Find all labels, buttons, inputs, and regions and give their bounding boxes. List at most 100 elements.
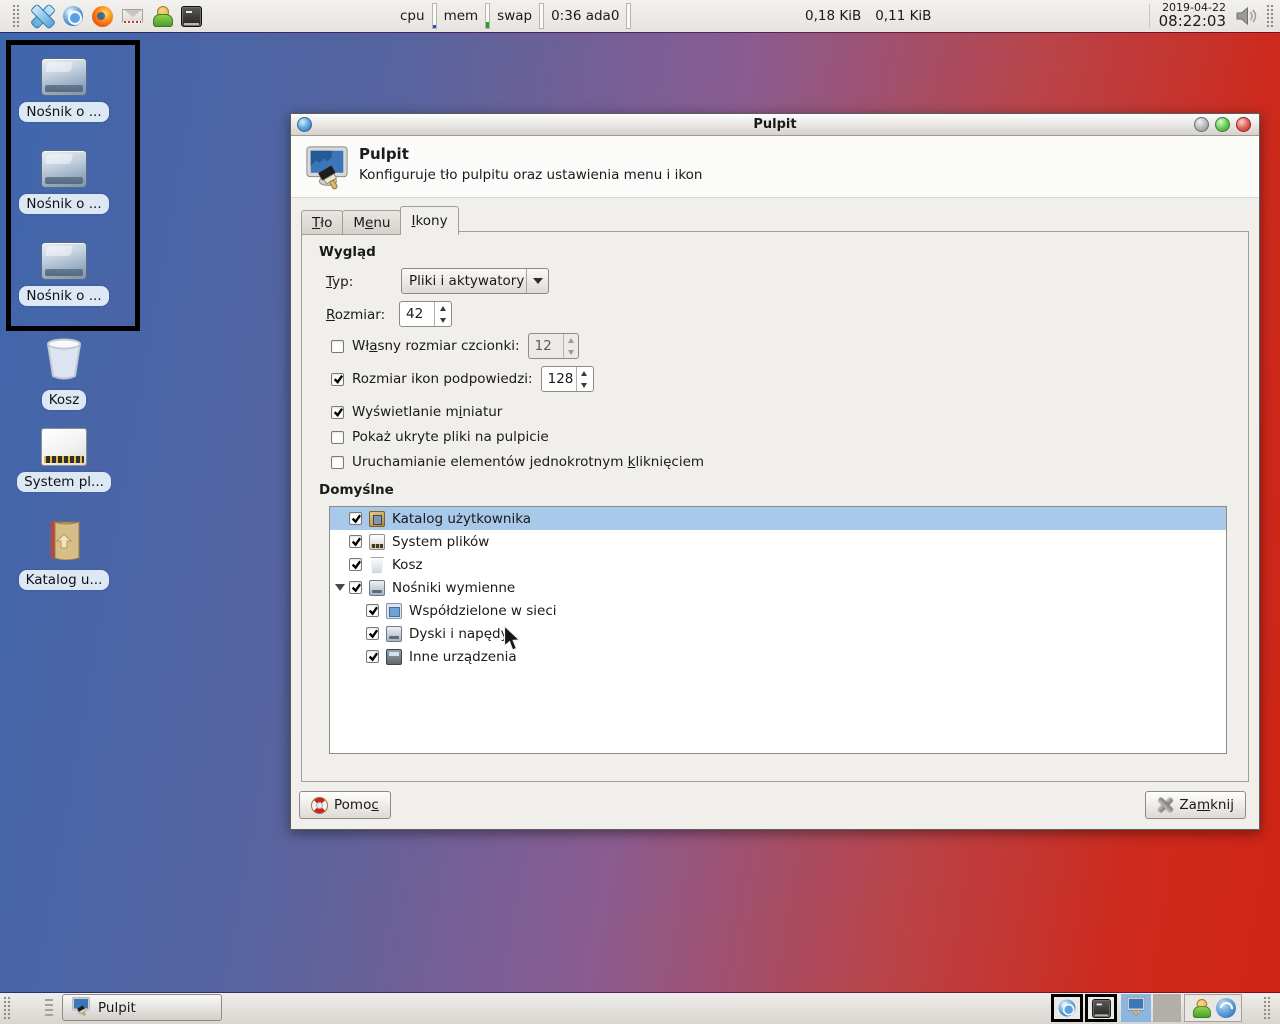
tree-row-filesystem[interactable]: System plików bbox=[330, 530, 1226, 553]
speaker-icon[interactable] bbox=[1235, 6, 1257, 26]
taskbar-grip[interactable] bbox=[3, 996, 12, 1020]
tab-ikony[interactable]: Ikony bbox=[400, 206, 459, 235]
row-checkbox[interactable] bbox=[366, 627, 379, 640]
spin-down-button[interactable] bbox=[564, 346, 578, 358]
tooltip-size-input[interactable] bbox=[541, 367, 576, 391]
tree-row-home[interactable]: Katalog użytkownika bbox=[330, 507, 1226, 530]
tree-row-network-shares[interactable]: Współdzielone w sieci bbox=[330, 599, 1226, 622]
row-checkbox[interactable] bbox=[349, 512, 362, 525]
desktop-icon-label: System pl... bbox=[17, 472, 111, 492]
tree-row-label: Katalog użytkownika bbox=[392, 510, 532, 527]
desktop-icon-label: Nośnik o ... bbox=[19, 194, 109, 214]
tray-item-desktop-settings[interactable] bbox=[1121, 994, 1151, 1022]
custom-font-size-checkbox[interactable] bbox=[331, 339, 344, 353]
panel-grip[interactable] bbox=[12, 4, 21, 28]
drive-icon bbox=[386, 625, 402, 642]
mail-icon[interactable] bbox=[122, 8, 143, 24]
desktop-icon-removable-3[interactable]: Nośnik o ... bbox=[9, 242, 119, 306]
tree-row-removable[interactable]: Nośniki wymienne bbox=[330, 576, 1226, 599]
tray-item-chromium[interactable] bbox=[1051, 994, 1083, 1022]
desktop-icon-removable-1[interactable]: Nośnik o ... bbox=[9, 58, 119, 122]
tray-item-group[interactable] bbox=[1184, 994, 1242, 1022]
section-domyslne: Domyślne bbox=[319, 482, 394, 498]
font-size-input[interactable] bbox=[528, 334, 563, 358]
row-checkbox[interactable] bbox=[349, 581, 362, 594]
user-switch-icon[interactable] bbox=[152, 5, 173, 27]
thunderbird-icon[interactable] bbox=[1215, 998, 1236, 1018]
thumbnails-checkbox[interactable] bbox=[331, 405, 344, 419]
tree-row-trash[interactable]: Kosz bbox=[330, 553, 1226, 576]
task-button-pulpit[interactable]: Pulpit bbox=[62, 994, 222, 1021]
hidden-files-row: Pokaż ukryte pliki na pulpicie bbox=[331, 426, 549, 448]
window-menu-button[interactable] bbox=[297, 117, 312, 132]
desktop-icon-home[interactable]: Katalog u... bbox=[9, 518, 119, 590]
icon-type-dropdown[interactable]: Pliki i aktywatory bbox=[401, 268, 549, 294]
tree-row-label: Inne urządzenia bbox=[409, 648, 517, 665]
window-list-handle[interactable] bbox=[45, 999, 53, 1017]
spin-down-button[interactable] bbox=[435, 314, 450, 326]
tree-row-label: Kosz bbox=[392, 556, 423, 573]
row-checkbox[interactable] bbox=[366, 650, 379, 663]
chromium-icon[interactable] bbox=[63, 6, 83, 26]
hidden-files-label: Pokaż ukryte pliki na pulpicie bbox=[352, 429, 549, 445]
row-checkbox[interactable] bbox=[349, 535, 362, 548]
terminal-icon bbox=[1091, 998, 1111, 1018]
help-button[interactable]: Pomoc bbox=[299, 791, 391, 819]
task-button-label: Pulpit bbox=[98, 999, 136, 1016]
help-icon bbox=[311, 796, 328, 814]
expander-icon[interactable] bbox=[335, 584, 345, 591]
desktop-settings-icon bbox=[304, 143, 350, 195]
terminal-icon[interactable] bbox=[181, 5, 202, 27]
single-click-checkbox[interactable] bbox=[331, 455, 344, 469]
custom-font-size-row: Własny rozmiar czcionki: bbox=[331, 333, 579, 359]
close-button[interactable]: Zamknij bbox=[1145, 791, 1246, 819]
xfce-menu-icon[interactable] bbox=[30, 4, 54, 28]
tree-row-other-devices[interactable]: Inne urządzenia bbox=[330, 645, 1226, 668]
taskbar-grip-right[interactable] bbox=[1263, 996, 1272, 1020]
close-x-icon bbox=[1157, 797, 1173, 813]
panel-grip-right[interactable] bbox=[1266, 4, 1275, 28]
swap-monitor-bar[interactable] bbox=[539, 3, 545, 29]
desktop-icon-removable-2[interactable]: Nośnik o ... bbox=[9, 150, 119, 214]
desktop-icon-label: Nośnik o ... bbox=[19, 102, 109, 122]
font-size-spinner[interactable] bbox=[527, 333, 579, 359]
spin-up-button[interactable] bbox=[564, 334, 578, 346]
firefox-icon[interactable] bbox=[92, 5, 113, 27]
tree-row-disks[interactable]: Dyski i napędy bbox=[330, 622, 1226, 645]
tooltip-icon-size-checkbox[interactable] bbox=[331, 372, 344, 386]
maximize-button[interactable] bbox=[1215, 117, 1230, 132]
desktop-background: cpu mem swap 0:36 ada0 0,18 KiB 0,11 KiB… bbox=[0, 0, 1280, 1024]
close-window-button[interactable] bbox=[1236, 117, 1251, 132]
row-checkbox[interactable] bbox=[366, 604, 379, 617]
desktop-icon-trash[interactable]: Kosz bbox=[9, 338, 119, 410]
window-title: Pulpit bbox=[753, 117, 797, 132]
tray-item-terminal[interactable] bbox=[1085, 994, 1117, 1022]
disk-monitor-bar[interactable] bbox=[626, 3, 632, 29]
tab-tlo[interactable]: Tło bbox=[301, 210, 344, 235]
dialog-header-title: Pulpit bbox=[359, 145, 409, 163]
dropdown-arrow-button[interactable] bbox=[526, 269, 548, 293]
window-titlebar[interactable]: Pulpit bbox=[291, 114, 1259, 136]
row-checkbox[interactable] bbox=[349, 558, 362, 571]
tooltip-size-spinner[interactable] bbox=[540, 366, 594, 392]
icon-size-spinner[interactable] bbox=[399, 301, 452, 327]
user-switch-icon[interactable] bbox=[1192, 998, 1211, 1018]
pulpit-settings-window: Pulpit Pulpit Konfiguruje tło pulpitu or… bbox=[290, 113, 1260, 830]
spin-down-button[interactable] bbox=[577, 379, 592, 391]
desktop-icon-label: Kosz bbox=[41, 390, 87, 410]
removable-drive-icon bbox=[41, 242, 87, 280]
minimize-button[interactable] bbox=[1194, 117, 1209, 132]
mem-monitor-bar[interactable] bbox=[485, 3, 491, 29]
icon-size-input[interactable] bbox=[400, 302, 434, 326]
desktop-icon-filesystem[interactable]: System pl... bbox=[9, 428, 119, 492]
default-icons-tree[interactable]: Katalog użytkownika System plików Kosz N… bbox=[329, 506, 1227, 754]
network-monitor: 0,18 KiB 0,11 KiB bbox=[805, 0, 931, 32]
hidden-files-checkbox[interactable] bbox=[331, 430, 344, 444]
tree-row-label: System plików bbox=[392, 533, 490, 550]
clock[interactable]: 2019-04-22 08:22:03 bbox=[1159, 2, 1226, 29]
spin-up-button[interactable] bbox=[435, 302, 450, 314]
spin-up-button[interactable] bbox=[577, 367, 592, 379]
tab-menu[interactable]: Me nu bbox=[342, 210, 402, 235]
home-folder-icon bbox=[43, 518, 85, 564]
cpu-monitor-bar[interactable] bbox=[431, 3, 437, 29]
